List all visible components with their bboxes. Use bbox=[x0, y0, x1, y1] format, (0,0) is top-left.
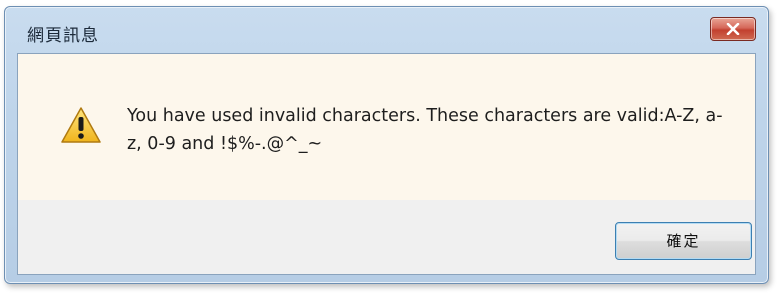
message-area: You have used invalid characters. These … bbox=[18, 54, 755, 200]
dialog-title: 網頁訊息 bbox=[27, 26, 99, 46]
dialog-titlebar[interactable]: 網頁訊息 bbox=[5, 7, 768, 53]
ok-button[interactable]: 確定 bbox=[615, 222, 752, 260]
dialog-content: You have used invalid characters. These … bbox=[17, 53, 756, 275]
warning-icon bbox=[61, 107, 101, 143]
message-dialog: 網頁訊息 You have used invalid characters. T… bbox=[4, 6, 769, 284]
close-button[interactable] bbox=[710, 17, 756, 41]
message-text: You have used invalid characters. These … bbox=[127, 106, 723, 154]
close-icon bbox=[726, 23, 740, 35]
